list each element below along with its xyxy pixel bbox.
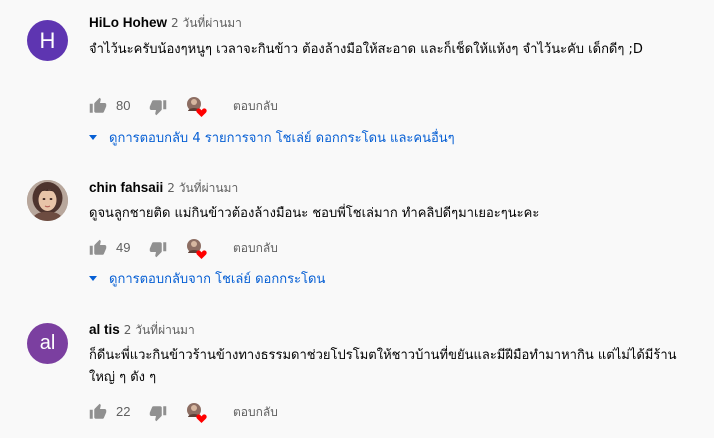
- comment-header: chin fahsaii 2 วันที่ผ่านมา: [89, 178, 238, 197]
- comment-text: ดูจนลูกชายติด แม่กินข้าวต้องล้างมือนะ ชอ…: [89, 206, 540, 221]
- avatar-letter: al: [39, 332, 56, 354]
- like-count: 22: [116, 404, 131, 419]
- avatar-photo: [27, 180, 68, 221]
- chevron-down-icon: [89, 135, 97, 140]
- avatar-letter: H: [39, 27, 56, 53]
- creator-heart-icon: [186, 238, 207, 259]
- like-count: 49: [116, 240, 131, 255]
- comment-text: ก็ดีนะพี่แวะกินข้าวร้านข้างทางธรรมดาช่วย…: [89, 348, 677, 385]
- reply-button[interactable]: ตอบกลับ: [233, 402, 278, 422]
- thumbs-down-icon[interactable]: [149, 98, 167, 116]
- comment-header: al tis 2 วันที่ผ่านมา: [89, 320, 195, 339]
- published-time[interactable]: 2 วันที่ผ่านมา: [171, 16, 242, 30]
- creator-heart-icon: [186, 402, 207, 423]
- author-name[interactable]: HiLo Hohew: [89, 15, 167, 30]
- author-name[interactable]: chin fahsaii: [89, 180, 163, 195]
- thumbs-up-icon[interactable]: [89, 97, 107, 115]
- thumbs-up-icon[interactable]: [89, 403, 107, 421]
- creator-heart-icon: [186, 96, 207, 117]
- view-replies-button[interactable]: ดูการตอบกลับ 4 รายการจาก โชเล่ย์ ดอกกระโ…: [89, 129, 455, 149]
- reply-button[interactable]: ตอบกลับ: [233, 96, 278, 116]
- chevron-down-icon: [89, 276, 97, 281]
- thumbs-up-icon[interactable]: [89, 239, 107, 257]
- view-replies-button[interactable]: ดูการตอบกลับจาก โชเล่ย์ ดอกกระโดน: [89, 270, 325, 290]
- comment-text: จำไว้นะครับน้องๆหนูๆ เวลาจะกินข้าว ต้องล…: [89, 42, 643, 57]
- thumbs-down-icon[interactable]: [149, 404, 167, 422]
- published-time[interactable]: 2 วันที่ผ่านมา: [124, 323, 195, 337]
- comment-header: HiLo Hohew 2 วันที่ผ่านมา: [89, 13, 242, 32]
- author-name[interactable]: al tis: [89, 322, 120, 337]
- avatar[interactable]: [27, 180, 68, 221]
- view-replies-label: ดูการตอบกลับจาก โชเล่ย์ ดอกกระโดน: [109, 272, 326, 287]
- reply-button[interactable]: ตอบกลับ: [233, 238, 278, 258]
- view-replies-label: ดูการตอบกลับ 4 รายการจาก โชเล่ย์ ดอกกระโ…: [109, 131, 455, 146]
- avatar[interactable]: al: [27, 323, 68, 364]
- thumbs-down-icon[interactable]: [149, 240, 167, 258]
- published-time[interactable]: 2 วันที่ผ่านมา: [167, 181, 238, 195]
- action-bar: 22 ตอบกลับ: [89, 402, 389, 423]
- like-count: 80: [116, 98, 131, 113]
- action-bar: 49 ตอบกลับ: [89, 238, 389, 259]
- action-bar: 80 ตอบกลับ: [89, 96, 389, 117]
- avatar[interactable]: H: [27, 20, 68, 61]
